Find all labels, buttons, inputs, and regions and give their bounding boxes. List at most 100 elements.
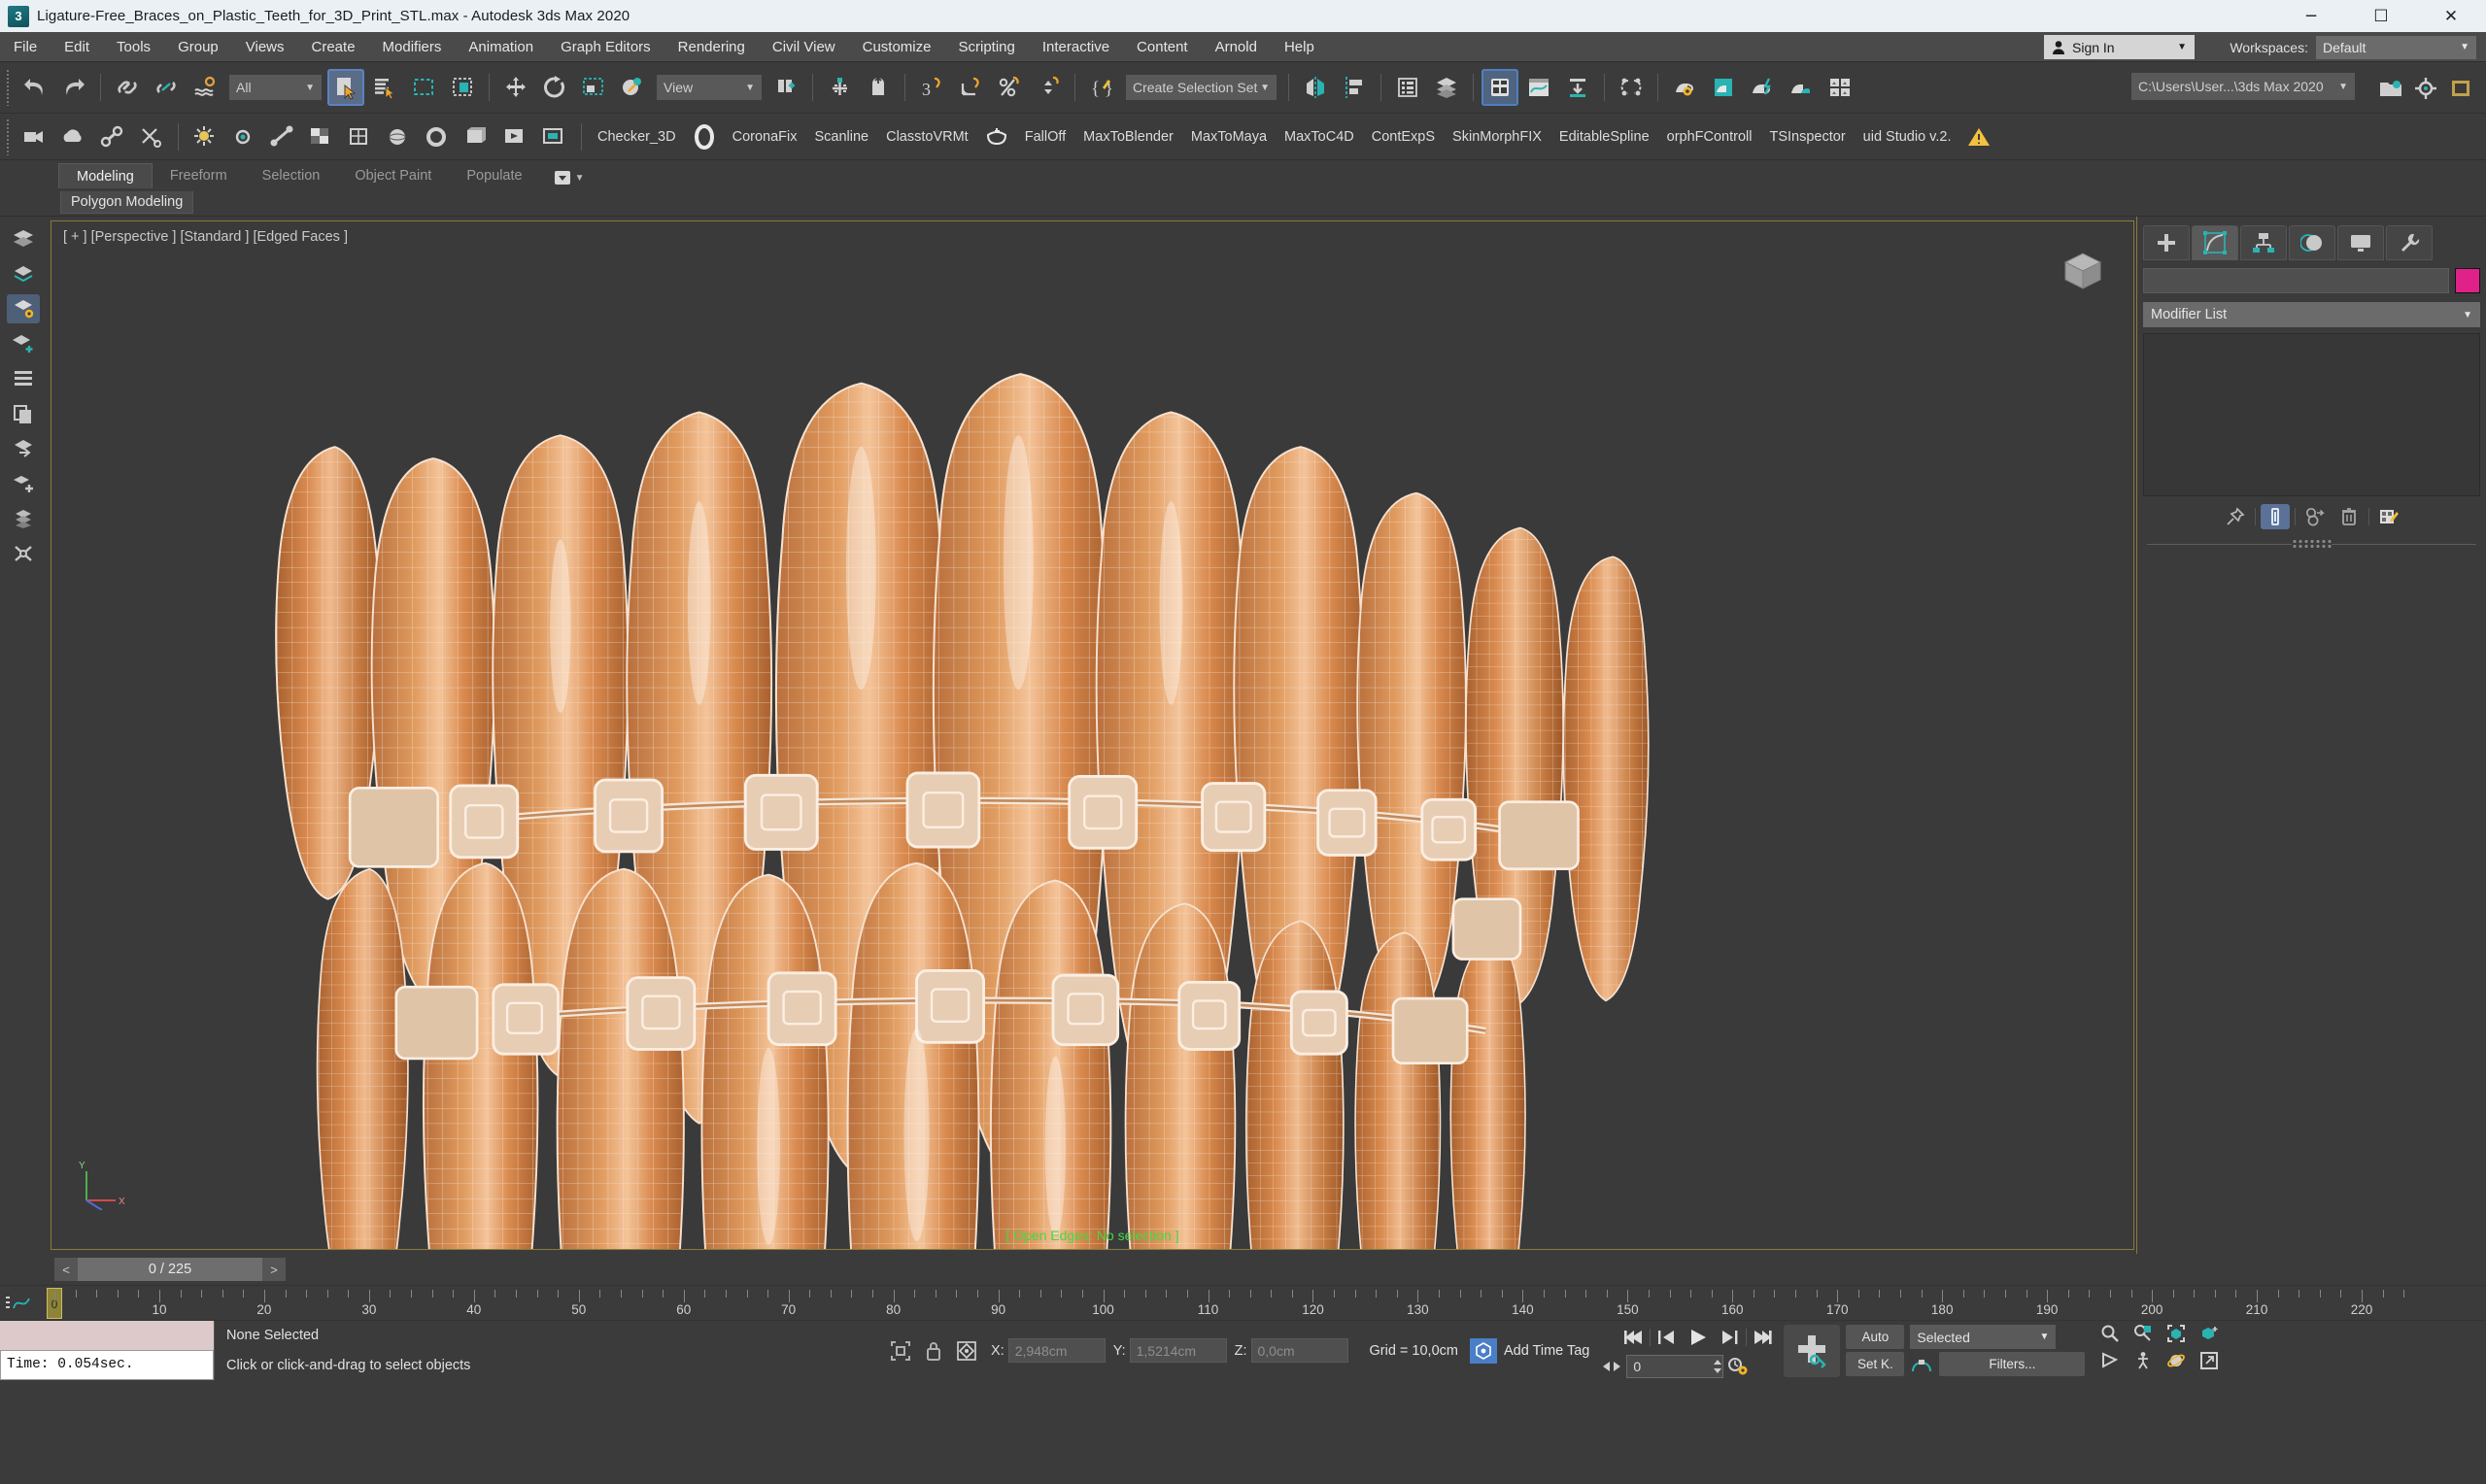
plugin-cont-exp-s[interactable]: ContExpS [1363, 119, 1444, 154]
menu-item-scripting[interactable]: Scripting [944, 32, 1028, 62]
menu-item-group[interactable]: Group [164, 32, 232, 62]
utilities-tab[interactable] [2386, 225, 2433, 260]
sun-icon[interactable] [225, 118, 262, 155]
object-name-field[interactable] [2143, 268, 2449, 293]
layer-props-icon[interactable] [7, 259, 40, 288]
toolbar-grip[interactable] [4, 118, 11, 155]
snap-3-icon[interactable]: 3 [913, 69, 950, 106]
menu-item-interactive[interactable]: Interactive [1029, 32, 1123, 62]
plugin-max-to-c4d[interactable]: MaxToC4D [1276, 119, 1363, 154]
ribbon-toggle-icon[interactable] [1481, 69, 1518, 106]
plugin-uid-studio[interactable]: uid Studio v.2. [1855, 119, 1960, 154]
plugin-ts-inspector[interactable]: TSInspector [1760, 119, 1854, 154]
configure-sets-icon[interactable] [2374, 504, 2403, 529]
workspace-select[interactable]: Default ▼ [2316, 35, 2476, 59]
add-time-tag-group[interactable]: Add Time Tag [1469, 1321, 1589, 1380]
track-bar[interactable]: 0 10 20 30 40 50 60 70 80 90 100 110 120 130 140 150 16… [0, 1285, 2486, 1320]
scene-explorer-icon[interactable] [1428, 69, 1465, 106]
set-key-big-button[interactable] [1784, 1324, 1841, 1377]
align-icon[interactable] [1336, 69, 1373, 106]
selection-filter-select[interactable]: All ▼ [229, 75, 322, 100]
frame-arrows-icon[interactable] [1601, 1360, 1622, 1373]
plugin-max-to-blender[interactable]: MaxToBlender [1074, 119, 1182, 154]
view-cube-icon[interactable] [2056, 243, 2110, 297]
set-key-button[interactable]: Set K. [1846, 1352, 1905, 1376]
link-chain-icon[interactable] [94, 118, 131, 155]
time-tag-icon[interactable] [1469, 1337, 1497, 1364]
menu-item-animation[interactable]: Animation [455, 32, 547, 62]
render-setup-icon[interactable] [1666, 69, 1703, 106]
select-region-icon[interactable] [860, 69, 897, 106]
ribbon-menu-icon[interactable] [554, 170, 571, 186]
torus-icon[interactable] [420, 118, 457, 155]
preferences-icon[interactable] [2407, 70, 2444, 107]
angle-snap-icon[interactable] [952, 69, 989, 106]
spinner-snap-icon[interactable] [1030, 69, 1067, 106]
previous-frame-icon[interactable] [1652, 1323, 1682, 1352]
perspective-viewport[interactable]: [ + ] [Perspective ] [Standard ] [Edged … [51, 220, 2134, 1250]
bone-icon[interactable] [264, 118, 301, 155]
add-selection-icon[interactable] [7, 469, 40, 498]
select-object-icon[interactable] [327, 69, 364, 106]
selection-lock-region-icon[interactable] [884, 1336, 917, 1366]
panel-resize-grip[interactable] [2143, 539, 2480, 549]
project-path-select[interactable]: C:\Users\User...\3ds Max 2020 ▼ [2131, 73, 2355, 100]
menu-item-help[interactable]: Help [1271, 32, 1328, 62]
menu-item-file[interactable]: File [0, 32, 51, 62]
reference-coord-select[interactable]: View ▼ [657, 75, 762, 100]
plugin-max-to-maya[interactable]: MaxToMaya [1182, 119, 1276, 154]
make-unique-icon[interactable] [2300, 504, 2330, 529]
undo-icon[interactable] [17, 69, 53, 106]
curve-editor-icon[interactable] [1520, 69, 1557, 106]
z-coord-field[interactable]: 0,0cm [1250, 1338, 1348, 1363]
plugin-corona-fix[interactable]: CoronaFix [724, 119, 806, 154]
plugin-class-to-vrmt[interactable]: ClasstoVRMt [877, 119, 977, 154]
plugin-morph-f-controller[interactable]: orphFControll [1658, 119, 1761, 154]
bind-space-warp-icon[interactable] [187, 69, 223, 106]
select-link-icon[interactable] [109, 69, 146, 106]
menu-item-tools[interactable]: Tools [103, 32, 164, 62]
layer-explorer-icon[interactable] [1389, 69, 1426, 106]
snap-toggle-icon[interactable] [821, 69, 858, 106]
rendered-frame-icon[interactable] [1705, 69, 1742, 106]
sphere-icon[interactable] [381, 118, 418, 155]
ribbon-tab-object-paint[interactable]: Object Paint [337, 163, 449, 188]
zoom-extents-icon[interactable] [2161, 1321, 2192, 1346]
key-filter-select[interactable]: Selected ▼ [1910, 1325, 2057, 1349]
ribbon-tab-selection[interactable]: Selection [245, 163, 338, 188]
plugin-editable-spline[interactable]: EditableSpline [1550, 119, 1658, 154]
key-mode-toggle-icon[interactable] [1910, 1354, 1933, 1375]
placement-icon[interactable] [614, 69, 651, 106]
safe-mode-icon[interactable] [2442, 70, 2479, 107]
box-icon[interactable] [459, 118, 495, 155]
edit-named-sets-icon[interactable]: { } [1083, 69, 1120, 106]
zoom-region-icon[interactable] [2194, 1321, 2225, 1346]
pin-stack-icon[interactable] [2221, 504, 2250, 529]
cloud-icon[interactable] [55, 118, 92, 155]
selection-lock-icon[interactable] [917, 1336, 950, 1366]
plugin-checker-3d[interactable]: Checker_3D [589, 119, 685, 154]
next-frame-button[interactable]: > [262, 1258, 286, 1281]
menu-item-civil-view[interactable]: Civil View [759, 32, 849, 62]
chevron-down-icon[interactable]: ▼ [575, 173, 585, 184]
create-tab[interactable] [2143, 225, 2190, 260]
rect-select-icon[interactable] [405, 69, 442, 106]
add-layer-icon[interactable] [7, 329, 40, 358]
play-animation-icon[interactable] [1684, 1323, 1713, 1352]
menu-item-customize[interactable]: Customize [849, 32, 945, 62]
remove-modifier-icon[interactable] [2334, 504, 2364, 529]
hierarchy-tab[interactable] [2240, 225, 2287, 260]
menu-item-create[interactable]: Create [298, 32, 369, 62]
y-coord-field[interactable]: 1,5214cm [1129, 1338, 1227, 1363]
nest-layer-icon[interactable] [7, 504, 40, 533]
plugin-falloff[interactable]: FallOff [1016, 119, 1074, 154]
select-scale-icon[interactable] [575, 69, 612, 106]
menu-item-content[interactable]: Content [1123, 32, 1202, 62]
frame-readout[interactable]: 0 / 225 [78, 1258, 262, 1281]
scissors-icon[interactable] [133, 118, 170, 155]
checker-map-icon[interactable] [303, 118, 340, 155]
track-bar-curve-icon[interactable] [0, 1294, 43, 1313]
maxscript-listener[interactable]: Time: 0.054sec. [0, 1321, 214, 1380]
modifier-stack-list[interactable] [2143, 333, 2480, 496]
orbit-icon[interactable] [2161, 1348, 2192, 1373]
